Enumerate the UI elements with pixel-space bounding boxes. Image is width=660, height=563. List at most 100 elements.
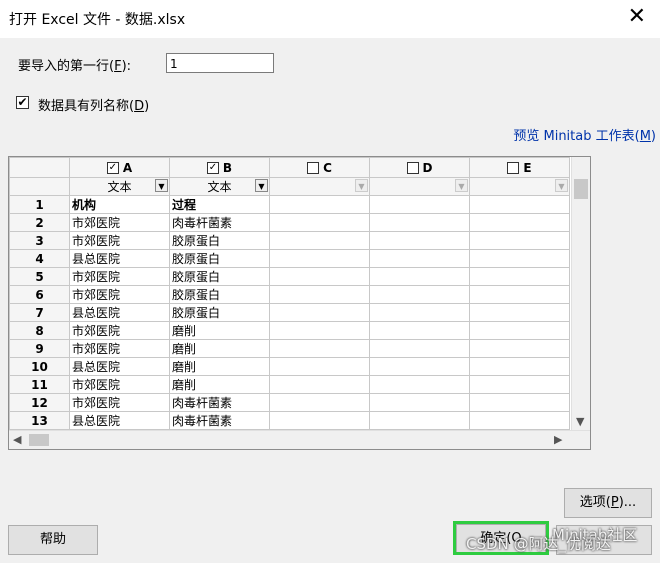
cell-a: 市郊医院: [69, 339, 170, 358]
column-c-checkbox[interactable]: [307, 162, 320, 174]
cell-b: 胶原蛋白: [169, 231, 270, 250]
table-row: 6 市郊医院 胶原蛋白: [9, 285, 570, 304]
first-row-label: 要导入的第一行(F):: [18, 59, 132, 74]
cell-b: 磨削: [169, 375, 270, 394]
cell-e: [469, 285, 570, 304]
cell-a: 机构: [69, 195, 170, 214]
cell-b: 磨削: [169, 321, 270, 340]
chevron-down-icon: ▼: [455, 179, 468, 192]
options-button[interactable]: 选项(P)...: [564, 488, 652, 518]
column-header-d[interactable]: D: [369, 157, 470, 178]
column-a-checkbox[interactable]: ✓: [106, 162, 119, 174]
column-header-a[interactable]: ✓ A: [69, 157, 170, 178]
cell-b: 磨削: [169, 357, 270, 376]
cell-c: [269, 213, 370, 232]
scrollbar-thumb[interactable]: [29, 434, 49, 446]
cell-b: 过程: [169, 195, 270, 214]
cell-d: [369, 411, 470, 430]
row-number: 6: [9, 285, 70, 304]
scroll-down-icon[interactable]: ▼: [576, 415, 584, 428]
cell-c: [269, 285, 370, 304]
cell-e: [469, 249, 570, 268]
table-row: 4 县总医院 胶原蛋白: [9, 249, 570, 268]
row-number: 12: [9, 393, 70, 412]
close-icon[interactable]: ✕: [628, 5, 646, 29]
table-row: 9 市郊医院 磨削: [9, 339, 570, 358]
column-a-type-select[interactable]: 文本 ▼: [69, 177, 170, 196]
scroll-right-icon[interactable]: ▶: [554, 433, 562, 446]
chevron-down-icon[interactable]: ▼: [255, 179, 268, 192]
column-type-row: 文本 ▼ 文本 ▼ ▼ ▼ ▼: [9, 177, 570, 196]
row-number: 11: [9, 375, 70, 394]
scroll-left-icon[interactable]: ◀: [13, 433, 21, 446]
vertical-scrollbar[interactable]: ▼: [571, 157, 590, 432]
column-names-checkbox[interactable]: ✔: [16, 96, 29, 109]
horizontal-scrollbar[interactable]: ◀ ▶: [9, 430, 590, 449]
cell-e: [469, 231, 570, 250]
column-b-checkbox[interactable]: ✓: [206, 162, 219, 174]
cell-a: 市郊医院: [69, 375, 170, 394]
cell-d: [369, 375, 470, 394]
column-c-type-select: ▼: [269, 177, 370, 196]
cell-a: 市郊医院: [69, 213, 170, 232]
column-header-b[interactable]: ✓ B: [169, 157, 270, 178]
cell-e: [469, 339, 570, 358]
table-row: 13 县总医院 肉毒杆菌素: [9, 411, 570, 430]
cell-a: 市郊医院: [69, 393, 170, 412]
column-e-checkbox[interactable]: [507, 162, 520, 174]
cell-b: 胶原蛋白: [169, 303, 270, 322]
row-number: 13: [9, 411, 70, 430]
scrollbar-thumb[interactable]: [574, 179, 588, 199]
cell-e: [469, 195, 570, 214]
column-d-checkbox[interactable]: [406, 162, 419, 174]
row-number: 5: [9, 267, 70, 286]
chevron-down-icon: ▼: [355, 179, 368, 192]
table-row: 1 机构 过程: [9, 195, 570, 214]
row-number: 7: [9, 303, 70, 322]
cell-a: 县总医院: [69, 357, 170, 376]
cell-d: [369, 339, 470, 358]
data-table: ✓ A ✓ B C D E 文本 ▼ 文本 ▼ ▼ ▼ ▼ 1 机构 过程 2 市郊医院 肉毒杆菌…: [9, 157, 570, 430]
chevron-down-icon[interactable]: ▼: [155, 179, 168, 192]
preview-worksheet-link[interactable]: 预览 Minitab 工作表(M): [513, 125, 656, 144]
column-header-c[interactable]: C: [269, 157, 370, 178]
column-b-type-select[interactable]: 文本 ▼: [169, 177, 270, 196]
column-names-label[interactable]: 数据具有列名称(D): [38, 95, 149, 114]
cell-c: [269, 339, 370, 358]
table-row: 7 县总医院 胶原蛋白: [9, 303, 570, 322]
cell-d: [369, 249, 470, 268]
cell-e: [469, 321, 570, 340]
cell-d: [369, 195, 470, 214]
cell-b: 肉毒杆菌素: [169, 411, 270, 430]
row-number: 1: [9, 195, 70, 214]
table-row: 2 市郊医院 肉毒杆菌素: [9, 213, 570, 232]
chevron-down-icon: ▼: [555, 179, 568, 192]
cell-a: 市郊医院: [69, 321, 170, 340]
table-row: 12 市郊医院 肉毒杆菌素: [9, 393, 570, 412]
cell-a: 市郊医院: [69, 285, 170, 304]
table-row: 5 市郊医院 胶原蛋白: [9, 267, 570, 286]
cell-c: [269, 267, 370, 286]
column-header-e[interactable]: E: [469, 157, 570, 178]
title-bar: 打开 Excel 文件 - 数据.xlsx ✕: [0, 0, 660, 38]
cell-b: 胶原蛋白: [169, 249, 270, 268]
cell-d: [369, 285, 470, 304]
cell-e: [469, 357, 570, 376]
help-button[interactable]: 帮助: [8, 525, 98, 555]
cell-c: [269, 303, 370, 322]
table-row: 3 市郊医院 胶原蛋白: [9, 231, 570, 250]
cell-a: 市郊医院: [69, 267, 170, 286]
cell-e: [469, 375, 570, 394]
cell-a: 县总医院: [69, 303, 170, 322]
row-number: 2: [9, 213, 70, 232]
cell-c: [269, 231, 370, 250]
first-row-input[interactable]: 1: [166, 53, 274, 73]
cell-a: 县总医院: [69, 249, 170, 268]
cell-c: [269, 357, 370, 376]
row-number: 10: [9, 357, 70, 376]
row-number: 8: [9, 321, 70, 340]
cell-a: 县总医院: [69, 411, 170, 430]
cell-d: [369, 231, 470, 250]
cell-c: [269, 411, 370, 430]
cell-e: [469, 411, 570, 430]
